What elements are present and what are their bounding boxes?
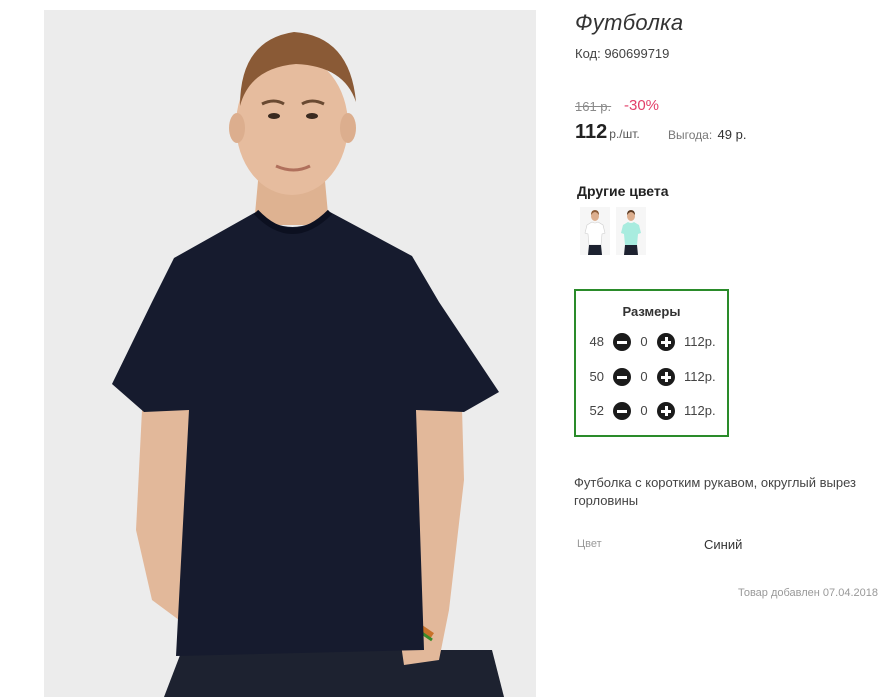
size-price: 112р. <box>684 403 716 418</box>
size-label: 48 <box>589 334 604 349</box>
quantity-value: 0 <box>640 369 648 384</box>
color-variant-white[interactable] <box>580 207 610 255</box>
size-price: 112р. <box>684 369 716 384</box>
benefit: Выгода: 49 р. <box>668 127 746 142</box>
mint-tshirt-thumbnail-icon <box>616 207 646 255</box>
current-price: 112 р./шт. <box>575 121 640 144</box>
quantity-value: 0 <box>640 403 648 418</box>
size-row: 52 0 112р. <box>586 401 726 421</box>
increase-quantity-button[interactable] <box>657 368 675 386</box>
benefit-label: Выгода: <box>668 128 713 142</box>
quantity-value: 0 <box>640 334 648 349</box>
size-label: 50 <box>589 369 604 384</box>
product-photo-illustration <box>44 10 536 697</box>
decrease-quantity-button[interactable] <box>613 333 631 351</box>
decrease-quantity-button[interactable] <box>613 402 631 420</box>
attribute-value-color: Синий <box>704 537 743 552</box>
price-value: 112 <box>575 121 608 143</box>
discount-badge: -30% <box>624 97 660 114</box>
product-code: Код: 960699719 <box>575 46 670 61</box>
price-unit: р./шт. <box>609 127 640 141</box>
increase-quantity-button[interactable] <box>657 333 675 351</box>
decrease-quantity-button[interactable] <box>613 368 631 386</box>
date-added: Товар добавлен 07.04.2018 <box>737 587 878 599</box>
product-description: Футболка с коротким рукавом, округлый вы… <box>574 475 857 508</box>
size-price: 112р. <box>684 334 716 349</box>
size-label: 52 <box>589 403 604 418</box>
attribute-label-color: Цвет <box>577 538 602 550</box>
old-price: 161 р. <box>575 99 612 114</box>
sizes-title: Размеры <box>622 304 681 319</box>
benefit-value: 49 р. <box>717 127 747 142</box>
other-colors-title: Другие цвета <box>577 183 669 199</box>
product-title: Футболка <box>575 10 684 35</box>
size-row: 50 0 112р. <box>586 367 726 387</box>
size-row: 48 0 112р. <box>586 332 726 352</box>
color-variant-mint[interactable] <box>616 207 646 255</box>
product-photo[interactable] <box>44 10 536 697</box>
white-tshirt-thumbnail-icon <box>580 207 610 255</box>
increase-quantity-button[interactable] <box>657 402 675 420</box>
sizes-panel: Размеры 48 0 112р. 50 0 112р. 52 0 112р. <box>574 289 729 437</box>
